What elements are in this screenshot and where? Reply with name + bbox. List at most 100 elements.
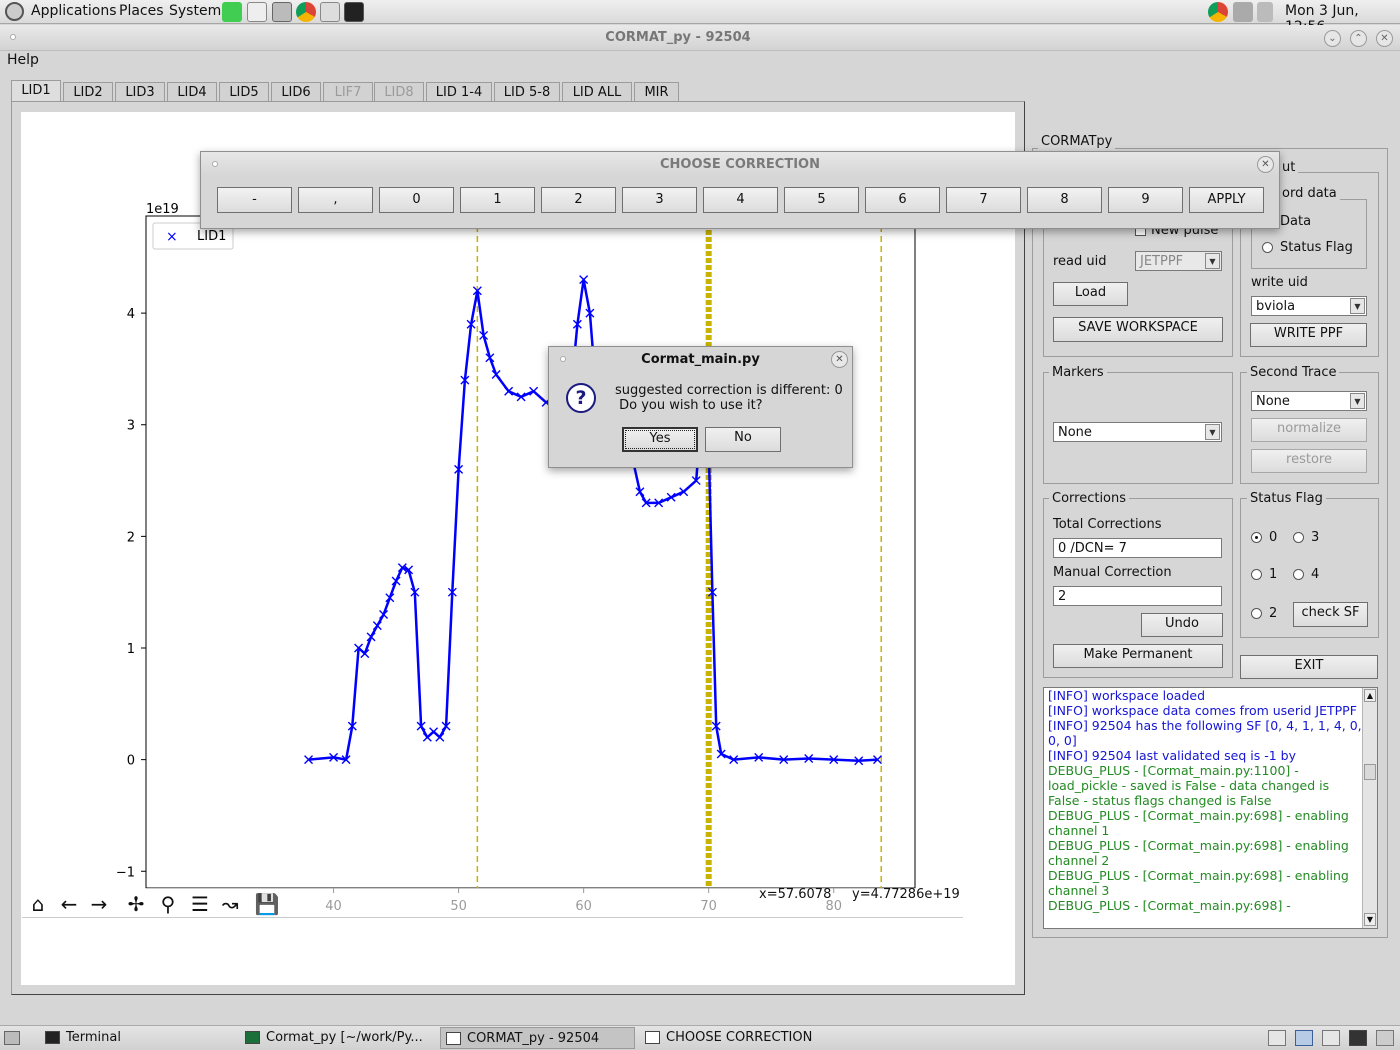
- yes-button[interactable]: Yes: [622, 427, 698, 452]
- minimize-icon[interactable]: ⌄: [1324, 30, 1341, 47]
- correction-button-minus[interactable]: -: [217, 187, 292, 213]
- data-radio-label[interactable]: Data: [1280, 214, 1311, 229]
- correction-button-9[interactable]: 9: [1108, 187, 1183, 213]
- correction-button-comma[interactable]: ,: [298, 187, 373, 213]
- taskbar-item-choose-correction[interactable]: CHOOSE CORRECTION: [640, 1027, 835, 1049]
- total-corrections-field[interactable]: 0 /DCN= 7: [1053, 538, 1222, 558]
- markers-combo[interactable]: None ▼: [1053, 422, 1222, 442]
- message-line-1: suggested correction is different: 0: [615, 383, 843, 398]
- trash-icon[interactable]: [1376, 1030, 1394, 1046]
- zoom-icon[interactable]: ⚲: [155, 893, 181, 915]
- correction-button-6[interactable]: 6: [865, 187, 940, 213]
- window-icon: [446, 1032, 461, 1045]
- correction-button-apply[interactable]: APPLY: [1189, 187, 1264, 213]
- y-tick-label: 1: [127, 642, 135, 657]
- check-sf-button[interactable]: check SF: [1293, 602, 1368, 627]
- lid1-chart[interactable]: 4050607080−101234 × LID1 1e19: [0, 0, 1025, 1000]
- close-icon[interactable]: ✕: [1376, 30, 1393, 47]
- confirm-dialog-title: Cormat_main.py: [641, 352, 760, 367]
- write-ppf-button[interactable]: WRITE PPF: [1250, 323, 1367, 347]
- manual-correction-field[interactable]: 2: [1053, 586, 1222, 606]
- correction-button-2[interactable]: 2: [541, 187, 616, 213]
- manual-correction-label: Manual Correction: [1053, 565, 1172, 580]
- cormatpy-group-title: CORMATpy: [1038, 134, 1116, 149]
- correction-button-1[interactable]: 1: [460, 187, 535, 213]
- taskbar-item-cormat-py[interactable]: Cormat_py [~/work/Py...: [240, 1027, 435, 1049]
- scroll-down-icon[interactable]: ▼: [1364, 913, 1376, 926]
- configure-subplots-icon[interactable]: ☰: [187, 893, 213, 915]
- sf-radio-2-label: 2: [1269, 606, 1278, 621]
- load-button[interactable]: Load: [1053, 282, 1128, 306]
- maximize-icon[interactable]: ⌃: [1350, 30, 1367, 47]
- exit-button[interactable]: EXIT: [1240, 655, 1378, 679]
- sf-radio-3[interactable]: [1293, 532, 1304, 543]
- pan-icon[interactable]: ✢: [123, 893, 149, 915]
- y-tick-label: 3: [127, 419, 135, 434]
- correction-button-0[interactable]: 0: [379, 187, 454, 213]
- workspace-switcher-4-icon[interactable]: [1349, 1030, 1367, 1046]
- correction-button-4[interactable]: 4: [703, 187, 778, 213]
- taskbar-item-cormat-window[interactable]: CORMAT_py - 92504: [440, 1027, 635, 1049]
- volume-icon[interactable]: [1257, 2, 1273, 22]
- sf-radio-1[interactable]: [1251, 569, 1262, 580]
- sf-radio-1-label: 1: [1269, 567, 1278, 582]
- choose-correction-window: CHOOSE CORRECTION ✕ -, 0 1 2 3 4 5 6 7 8 9 APPLY: [200, 151, 1280, 229]
- log-line: DEBUG_PLUS - [Cormat_main.py:698] - enab…: [1048, 868, 1349, 898]
- markers-title: Markers: [1049, 365, 1107, 380]
- workspace-switcher-3-icon[interactable]: [1322, 1030, 1340, 1046]
- scroll-thumb[interactable]: [1364, 764, 1376, 780]
- sf-radio-4-label: 4: [1311, 567, 1320, 582]
- log-line: [INFO] workspace data comes from userid …: [1048, 703, 1357, 718]
- taskbar-item-label: CORMAT_py - 92504: [467, 1031, 600, 1046]
- back-arrow-icon[interactable]: ←: [56, 893, 82, 915]
- sf-radio-4[interactable]: [1293, 569, 1304, 580]
- log-line: DEBUG_PLUS - [Cormat_main.py:1100] - loa…: [1048, 763, 1330, 808]
- scroll-up-icon[interactable]: ▲: [1364, 689, 1376, 702]
- terminal-icon: [45, 1031, 60, 1044]
- home-icon[interactable]: ⌂: [25, 893, 51, 915]
- forward-arrow-icon[interactable]: →: [86, 893, 112, 915]
- normalize-button: normalize: [1251, 418, 1367, 442]
- show-desktop-icon[interactable]: [4, 1031, 20, 1045]
- chevron-down-icon: ▼: [1350, 393, 1365, 409]
- status-flag-radio-label[interactable]: Status Flag: [1280, 240, 1353, 255]
- status-flag-title: Status Flag: [1247, 491, 1326, 506]
- sf-radio-0-label: 0: [1269, 530, 1278, 545]
- log-line: DEBUG_PLUS - [Cormat_main.py:698] - enab…: [1048, 838, 1349, 868]
- workspace-switcher-1-icon[interactable]: [1268, 1030, 1286, 1046]
- undo-button[interactable]: Undo: [1141, 613, 1223, 637]
- write-uid-value: bviola: [1256, 299, 1296, 314]
- chrome-tray-icon[interactable]: [1208, 2, 1228, 22]
- choose-correction-title: CHOOSE CORRECTION: [660, 157, 820, 172]
- save-icon[interactable]: 💾: [254, 893, 280, 915]
- choose-correction-titlebar[interactable]: CHOOSE CORRECTION ✕: [201, 152, 1279, 176]
- restore-button: restore: [1251, 449, 1367, 473]
- y-tick-label: 4: [127, 307, 135, 322]
- log-line: [INFO] 92504 has the following SF [0, 4,…: [1048, 718, 1362, 748]
- second-trace-combo[interactable]: None ▼: [1251, 391, 1367, 411]
- correction-button-8[interactable]: 8: [1027, 187, 1102, 213]
- make-permanent-button[interactable]: Make Permanent: [1053, 644, 1223, 668]
- axes-frame: [145, 215, 916, 889]
- correction-button-7[interactable]: 7: [946, 187, 1021, 213]
- correction-button-5[interactable]: 5: [784, 187, 859, 213]
- write-uid-combo[interactable]: bviola ▼: [1251, 296, 1367, 316]
- taskbar-item-terminal[interactable]: Terminal: [40, 1027, 235, 1049]
- edit-axis-icon[interactable]: ↝: [217, 893, 243, 915]
- sf-radio-0[interactable]: [1251, 532, 1262, 543]
- read-uid-combo: JETPPF ▼: [1135, 251, 1222, 271]
- save-workspace-button[interactable]: SAVE WORKSPACE: [1053, 317, 1223, 342]
- legend-label: LID1: [197, 229, 226, 244]
- correction-button-3[interactable]: 3: [622, 187, 697, 213]
- network-icon[interactable]: [1233, 2, 1253, 22]
- no-button[interactable]: No: [705, 427, 781, 452]
- close-icon[interactable]: ✕: [1257, 156, 1274, 173]
- status-flag-radio[interactable]: [1262, 242, 1273, 253]
- sf-radio-2[interactable]: [1251, 608, 1262, 619]
- log-scrollbar[interactable]: ▲ ▼: [1362, 688, 1377, 928]
- corrections-title: Corrections: [1049, 491, 1130, 506]
- taskbar-item-label: Terminal: [66, 1030, 121, 1045]
- workspace-switcher-2-icon[interactable]: [1295, 1030, 1313, 1046]
- log-view[interactable]: [INFO] workspace loaded [INFO] workspace …: [1043, 687, 1378, 929]
- close-icon[interactable]: ✕: [831, 351, 848, 368]
